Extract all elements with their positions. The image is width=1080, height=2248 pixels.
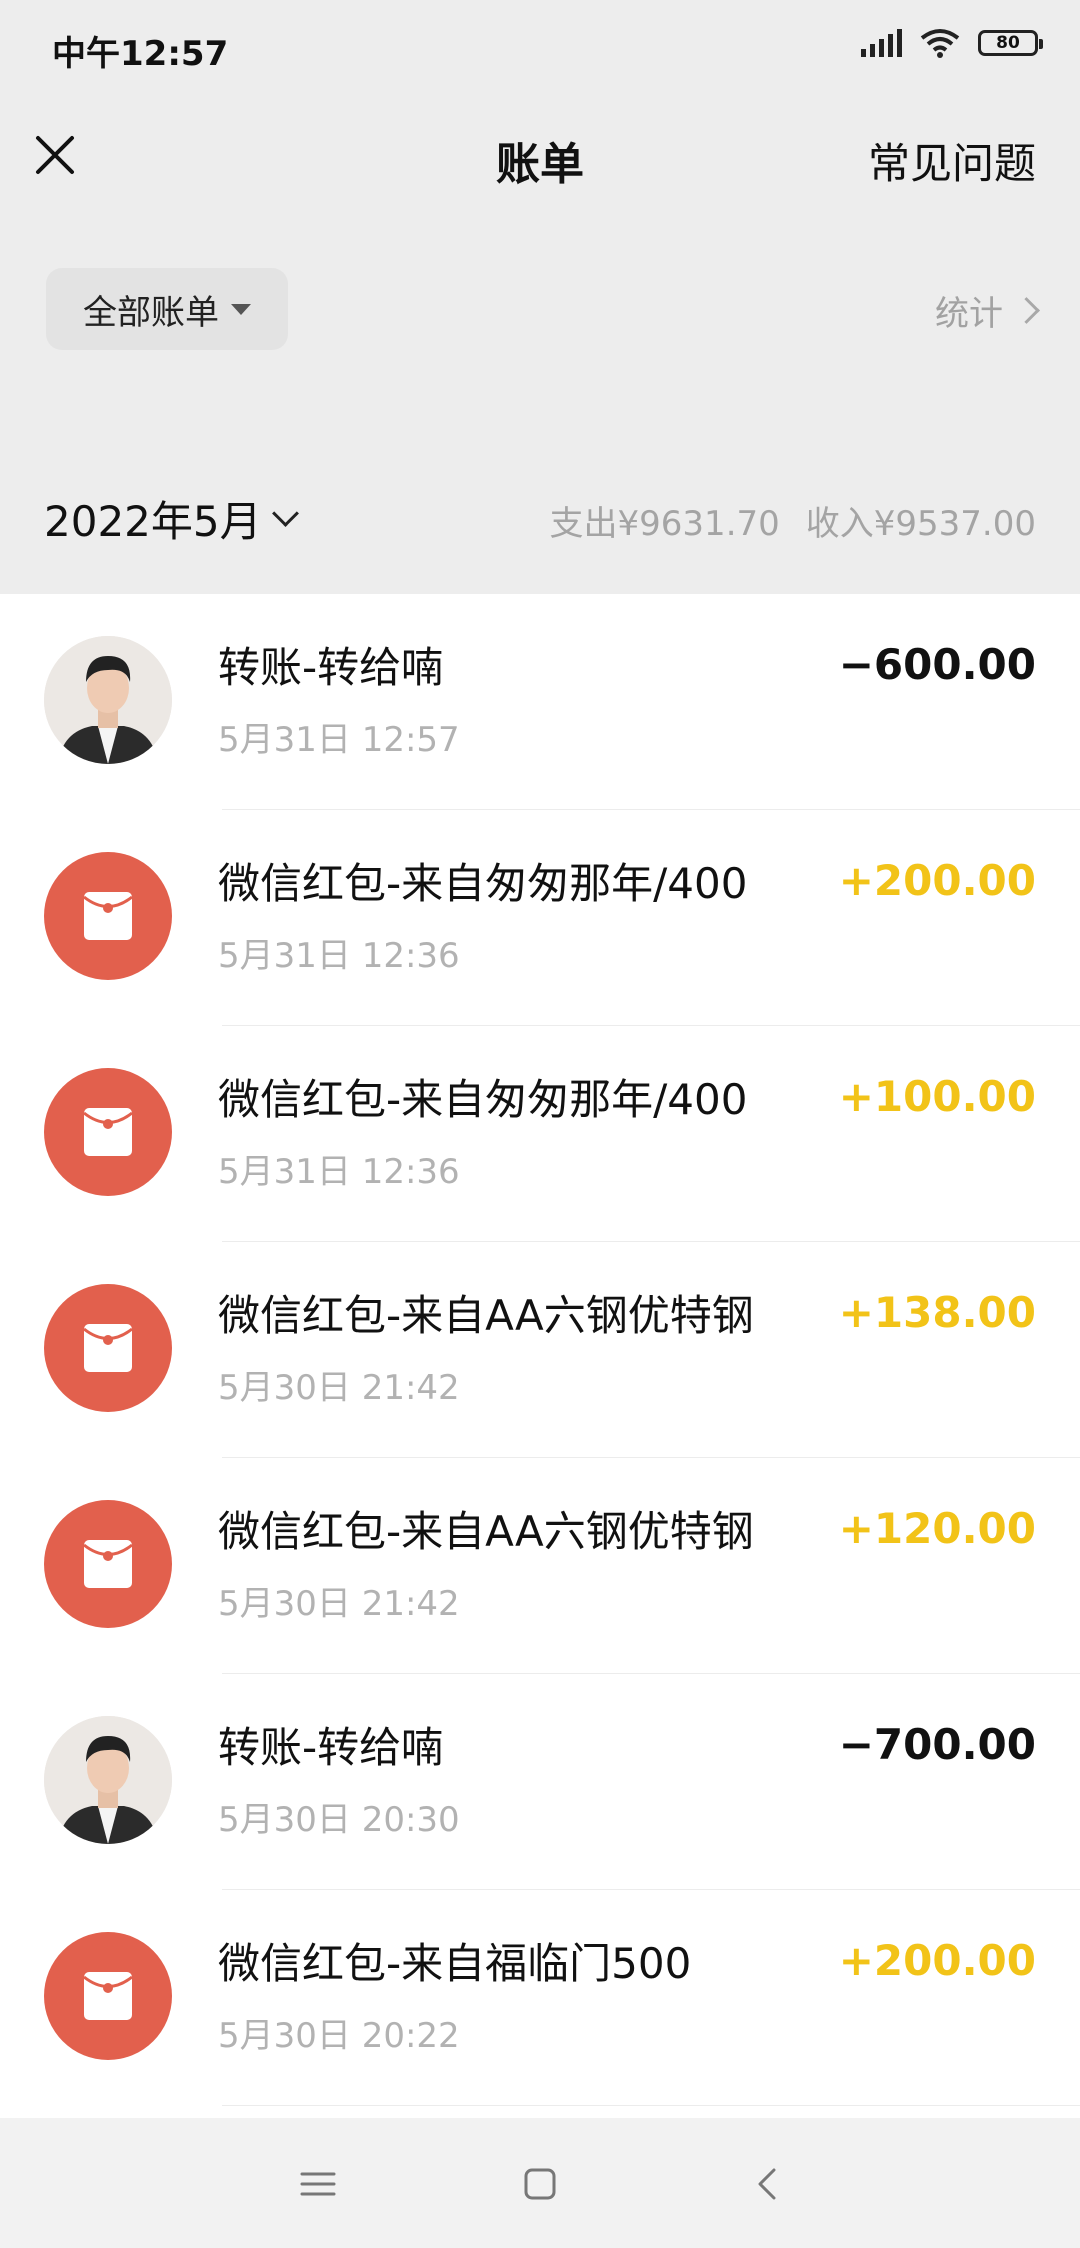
transaction-amount: +200.00 xyxy=(838,1936,1036,1985)
status-time: 中午12:57 xyxy=(52,34,229,74)
transaction-title: 转账-转给喃 xyxy=(218,643,444,692)
transaction-amount: −600.00 xyxy=(838,640,1036,689)
month-selector[interactable]: 2022年5月 xyxy=(44,488,299,549)
month-summary: 支出¥9631.70 收入¥9537.00 xyxy=(550,496,1036,545)
stats-link[interactable]: 统计 xyxy=(935,286,1040,335)
red-packet-icon xyxy=(83,892,133,940)
transaction-amount: +138.00 xyxy=(838,1288,1036,1337)
status-bar: 中午12:57 80 xyxy=(0,0,1080,100)
nav-bar: 账单 常见问题 xyxy=(0,110,1080,210)
avatar xyxy=(44,636,172,764)
transaction-time: 5月30日 21:42 xyxy=(218,1584,460,1624)
avatar xyxy=(44,1716,172,1844)
transaction-amount: +100.00 xyxy=(838,1072,1036,1121)
chevron-down-icon xyxy=(271,500,299,527)
wifi-icon xyxy=(920,29,960,58)
avatar xyxy=(44,1068,172,1196)
red-packet-icon xyxy=(83,1540,133,1588)
month-summary-row: 2022年5月 支出¥9631.70 收入¥9537.00 xyxy=(0,470,1080,560)
transaction-list: 转账-转给喃 5月31日 12:57 −600.00 微信红包-来自匆匆那年/4… xyxy=(0,594,1080,2118)
system-navigation-bar xyxy=(0,2118,1080,2248)
transaction-row[interactable]: 转账-转给喃 5月30日 20:30 −700.00 xyxy=(0,1674,1080,1890)
person-avatar-image xyxy=(44,1716,172,1844)
avatar xyxy=(44,852,172,980)
income-total: 收入¥9537.00 xyxy=(805,504,1036,544)
transaction-time: 5月30日 20:30 xyxy=(218,1800,460,1840)
caret-down-icon xyxy=(231,303,251,315)
transaction-row[interactable]: 转账-转给喃 5月31日 12:57 −600.00 xyxy=(0,594,1080,810)
red-packet-icon xyxy=(83,1108,133,1156)
signal-icon xyxy=(861,29,902,57)
transaction-row[interactable]: 微信红包-来自AA六钢优特钢 5月30日 21:42 +138.00 xyxy=(0,1242,1080,1458)
transaction-row[interactable]: 微信红包-来自福临门500 5月30日 20:22 +200.00 xyxy=(0,1890,1080,2106)
transaction-title: 微信红包-来自AA六钢优特钢 xyxy=(218,1291,754,1340)
avatar xyxy=(44,1500,172,1628)
transaction-amount: −700.00 xyxy=(838,1720,1036,1769)
transaction-title: 微信红包-来自匆匆那年/400 xyxy=(218,859,748,908)
bill-filter-dropdown[interactable]: 全部账单 xyxy=(46,268,288,350)
battery-icon: 80 xyxy=(978,30,1043,56)
status-icons: 80 xyxy=(861,28,1043,58)
red-packet-icon xyxy=(83,1324,133,1372)
transaction-time: 5月31日 12:36 xyxy=(218,1152,460,1192)
menu-icon[interactable] xyxy=(298,2164,338,2204)
bill-filter-label: 全部账单 xyxy=(83,292,219,333)
chevron-right-icon xyxy=(1013,297,1040,324)
home-icon[interactable] xyxy=(520,2164,560,2204)
stats-label: 统计 xyxy=(935,294,1003,334)
divider xyxy=(222,2105,1080,2106)
transaction-amount: +120.00 xyxy=(838,1504,1036,1553)
avatar xyxy=(44,1284,172,1412)
transaction-row[interactable]: 微信红包-来自AA六钢优特钢 5月30日 21:42 +120.00 xyxy=(0,1458,1080,1674)
transaction-time: 5月31日 12:36 xyxy=(218,936,460,976)
faq-link[interactable]: 常见问题 xyxy=(868,130,1036,191)
transaction-amount: +200.00 xyxy=(838,856,1036,905)
avatar xyxy=(44,1932,172,2060)
month-label: 2022年5月 xyxy=(44,497,262,546)
transaction-title: 微信红包-来自福临门500 xyxy=(218,1939,692,1988)
transaction-time: 5月31日 12:57 xyxy=(218,720,460,760)
expense-total: 支出¥9631.70 xyxy=(549,504,780,544)
transaction-time: 5月30日 20:22 xyxy=(218,2016,460,2056)
transaction-row[interactable]: 微信红包-来自匆匆那年/400 5月31日 12:36 +100.00 xyxy=(0,1026,1080,1242)
transaction-title: 微信红包-来自AA六钢优特钢 xyxy=(218,1507,754,1556)
person-avatar-image xyxy=(44,636,172,764)
transaction-title: 微信红包-来自匆匆那年/400 xyxy=(218,1075,748,1124)
transaction-row[interactable]: 微信红包-来自匆匆那年/400 5月31日 12:36 +200.00 xyxy=(0,810,1080,1026)
transaction-time: 5月30日 21:42 xyxy=(218,1368,460,1408)
red-packet-icon xyxy=(83,1972,133,2020)
back-icon[interactable] xyxy=(748,2164,788,2204)
transaction-title: 转账-转给喃 xyxy=(218,1723,444,1772)
